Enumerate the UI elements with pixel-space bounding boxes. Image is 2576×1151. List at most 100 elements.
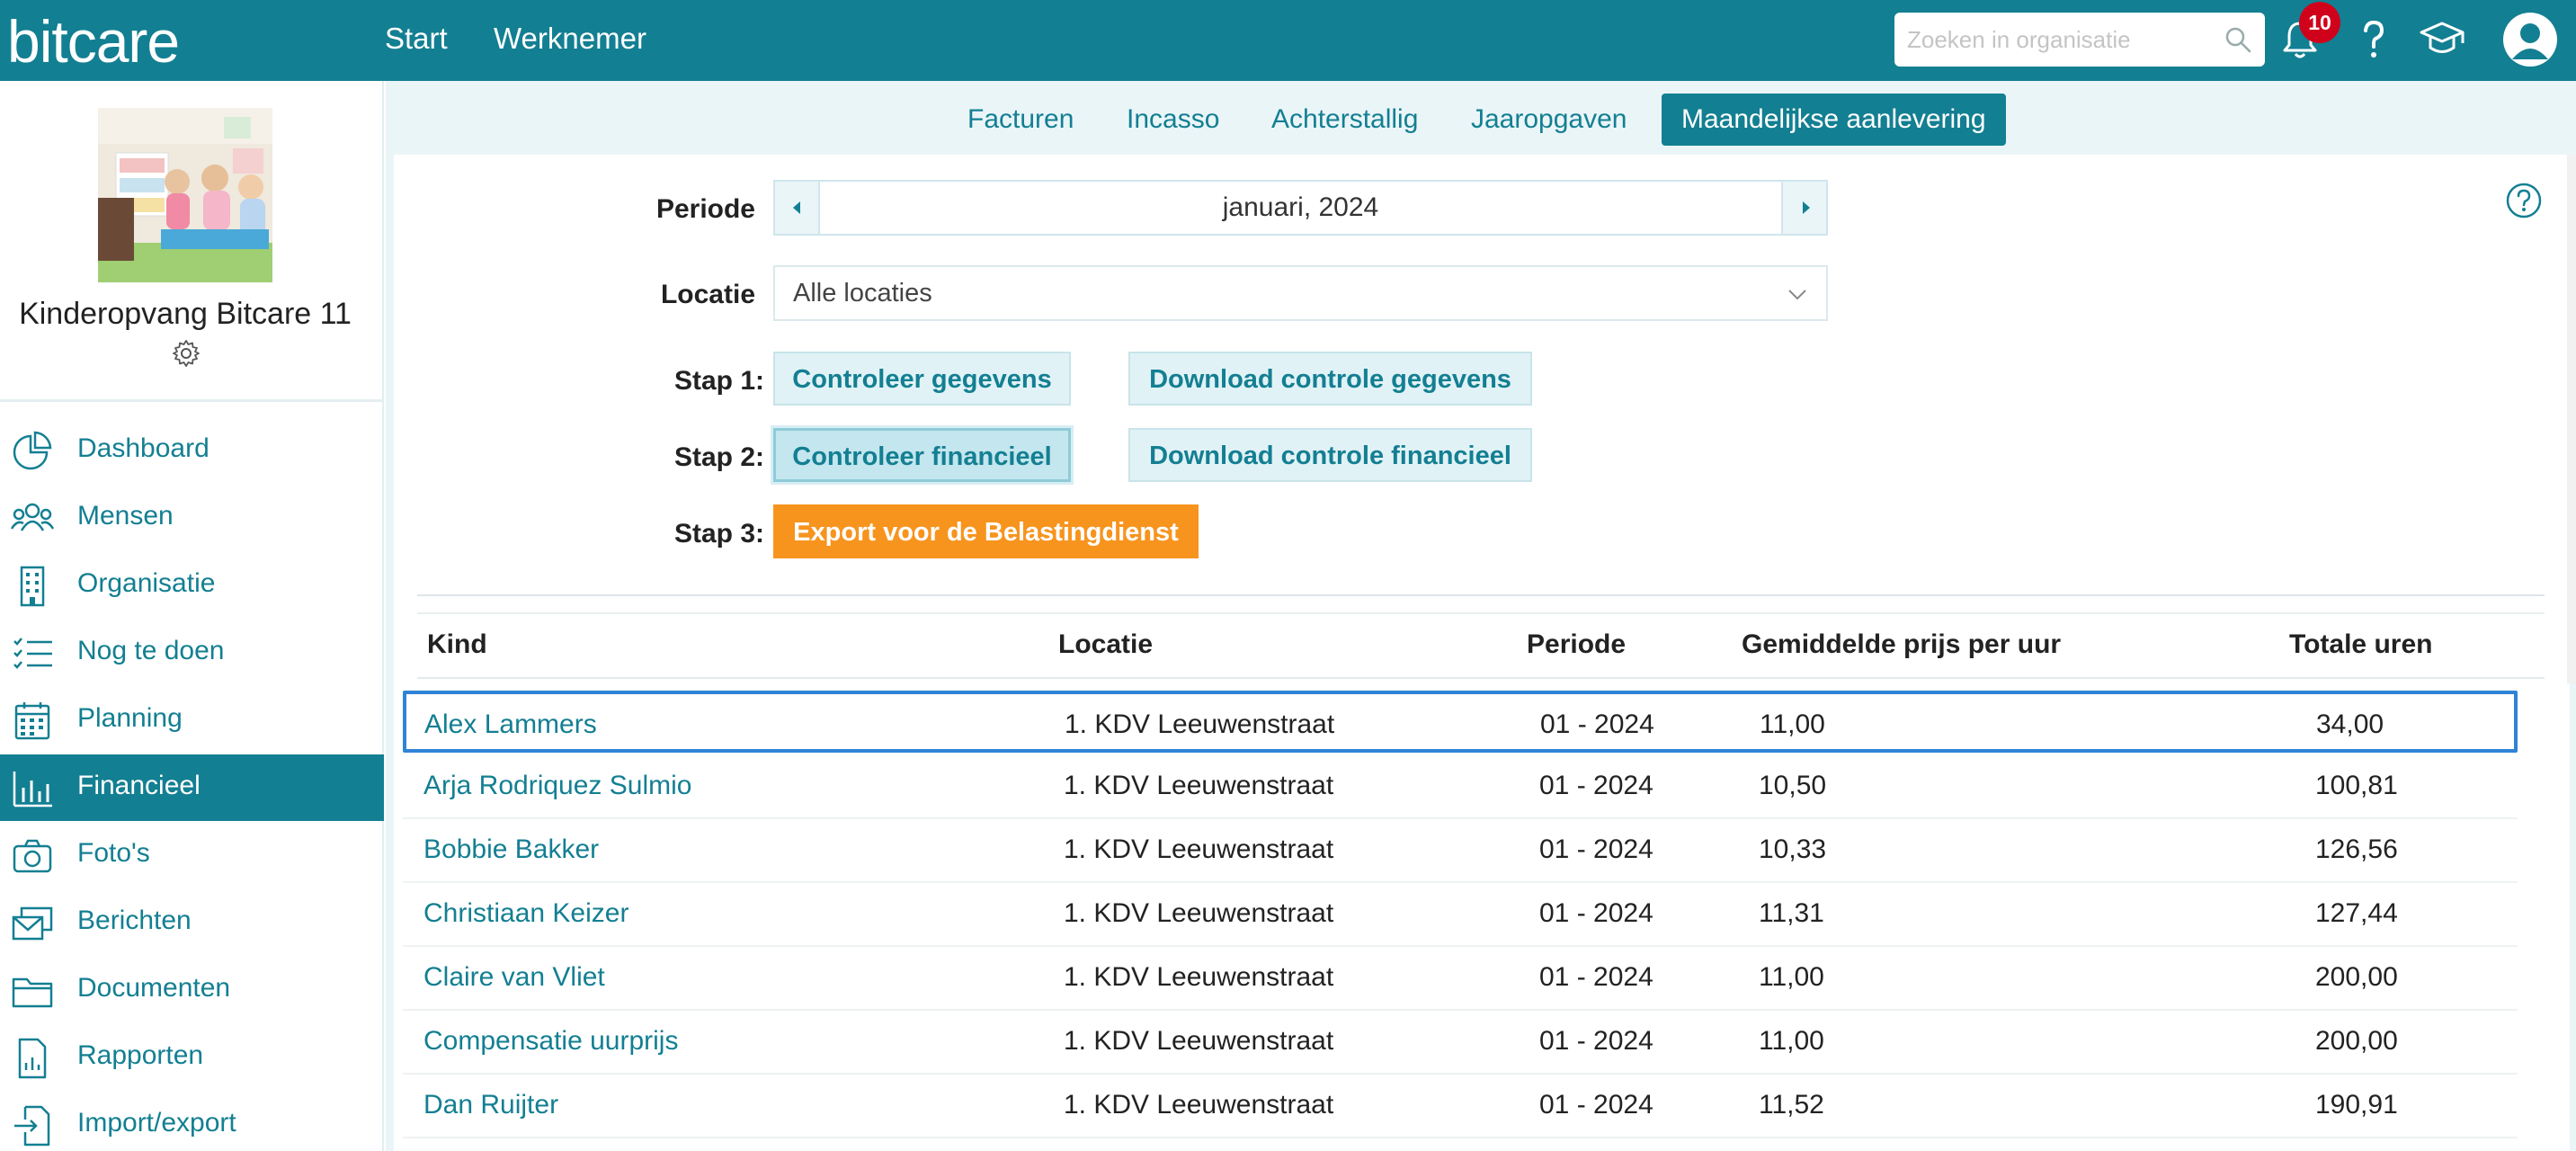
cell-prijs: 11,00 — [1759, 1026, 1824, 1056]
organisation-photo — [98, 108, 272, 282]
cell-kind[interactable]: Claire van Vliet — [423, 947, 605, 1008]
cell-uren: 127,44 — [2315, 898, 2398, 928]
cell-periode: 01 - 2024 — [1540, 709, 1654, 739]
table-row[interactable]: Compensatie uurprijs 1. KDV Leeuwenstraa… — [403, 1011, 2518, 1075]
cell-prijs: 11,00 — [1760, 709, 1825, 739]
cell-locatie: 1. KDV Leeuwenstraat — [1064, 962, 1334, 992]
calendar-icon — [14, 702, 50, 740]
cell-uren: 200,00 — [2315, 962, 2398, 992]
sidebar-item-label: Mensen — [77, 501, 174, 531]
next-period-button[interactable] — [1781, 182, 1826, 234]
nav-start[interactable]: Start — [385, 22, 448, 56]
search-icon[interactable] — [2224, 25, 2252, 54]
tab-maandelijkse-aanlevering[interactable]: Maandelijkse aanlevering — [1662, 94, 2006, 146]
scrollbar[interactable] — [2567, 155, 2576, 683]
messages-icon — [12, 906, 53, 941]
table-row[interactable]: Claire van Vliet 1. KDV Leeuwenstraat 01… — [403, 947, 2518, 1011]
periode-value[interactable]: januari, 2024 — [820, 182, 1781, 234]
sidebar-item-import-export[interactable]: Import/export — [0, 1092, 384, 1151]
top-bar: bitcare Start Werknemer 10 — [0, 0, 2576, 81]
pie-chart-icon — [13, 431, 52, 470]
gear-icon[interactable] — [171, 338, 201, 369]
notification-badge: 10 — [2299, 2, 2340, 43]
stap-2-label: Stap 2: — [673, 442, 764, 472]
table-row[interactable]: Christiaan Keizer 1. KDV Leeuwenstraat 0… — [403, 883, 2518, 947]
table-header-divider — [417, 677, 2545, 679]
sidebar-item-nog-te-doen[interactable]: Nog te doen — [0, 620, 384, 686]
cell-uren: 190,91 — [2315, 1090, 2398, 1120]
question-mark-icon[interactable] — [2349, 14, 2399, 65]
export-belastingdienst-button[interactable]: Export voor de Belastingdienst — [773, 504, 1199, 558]
search-box — [1894, 13, 2265, 67]
report-icon — [18, 1038, 47, 1079]
locatie-select[interactable]: Alle locaties — [773, 265, 1828, 321]
controleer-gegevens-button[interactable]: Controleer gegevens — [773, 352, 1071, 406]
sidebar-item-label: Dashboard — [77, 433, 209, 463]
tab-facturen[interactable]: Facturen — [948, 94, 1093, 146]
tab-achterstallig[interactable]: Achterstallig — [1252, 94, 1438, 146]
cell-kind[interactable]: Bobbie Bakker — [423, 819, 599, 880]
sidebar-item-label: Rapporten — [77, 1040, 204, 1070]
cell-locatie: 1. KDV Leeuwenstraat — [1064, 1026, 1334, 1056]
sidebar: Kinderopvang Bitcare 11 Dashboard Mensen — [0, 81, 384, 1151]
organisation-name: Kinderopvang Bitcare 11 — [19, 297, 352, 331]
caret-right-icon — [1803, 201, 1810, 214]
sidebar-item-rapporten[interactable]: Rapporten — [0, 1024, 384, 1091]
caret-left-icon — [793, 201, 800, 214]
search-input[interactable] — [1907, 13, 2213, 67]
periode-label: Periode — [655, 194, 755, 224]
table-row[interactable]: Alex Lammers 1. KDV Leeuwenstraat 01 - 2… — [403, 691, 2518, 753]
cell-periode: 01 - 2024 — [1539, 962, 1653, 992]
cell-kind[interactable]: Arja Rodriquez Sulmio — [423, 755, 691, 816]
locatie-label: Locatie — [660, 280, 755, 309]
sidebar-item-organisatie[interactable]: Organisatie — [0, 552, 384, 619]
cell-kind[interactable]: Alex Lammers — [424, 694, 597, 755]
bitcare-logo[interactable]: bitcare — [7, 7, 180, 76]
cell-locatie: 1. KDV Leeuwenstraat — [1064, 898, 1334, 928]
cell-periode: 01 - 2024 — [1539, 771, 1653, 800]
sidebar-item-fotos[interactable]: Foto's — [0, 822, 384, 888]
nav-werknemer[interactable]: Werknemer — [494, 22, 646, 56]
chevron-down-icon — [1788, 290, 1806, 300]
cell-kind[interactable]: Compensatie uurprijs — [423, 1011, 678, 1072]
cell-uren: 200,00 — [2315, 1026, 2398, 1056]
column-header-locatie[interactable]: Locatie — [1058, 629, 1153, 660]
sidebar-item-label: Financieel — [77, 771, 201, 800]
sidebar-item-label: Berichten — [77, 906, 192, 935]
sidebar-item-documenten[interactable]: Documenten — [0, 957, 384, 1023]
download-controle-gegevens-button[interactable]: Download controle gegevens — [1128, 352, 1532, 406]
tab-jaaropgaven[interactable]: Jaaropgaven — [1451, 94, 1646, 146]
sidebar-item-label: Import/export — [77, 1108, 236, 1138]
cell-kind[interactable]: Christiaan Keizer — [423, 883, 628, 944]
column-header-kind[interactable]: Kind — [427, 629, 487, 660]
cell-prijs: 10,50 — [1759, 771, 1827, 800]
previous-period-button[interactable] — [775, 182, 820, 234]
cell-prijs: 10,33 — [1759, 834, 1827, 864]
cell-periode: 01 - 2024 — [1539, 834, 1653, 864]
download-controle-financieel-button[interactable]: Download controle financieel — [1128, 428, 1532, 482]
user-avatar-icon[interactable] — [2501, 11, 2559, 68]
sidebar-item-label: Documenten — [77, 973, 231, 1003]
checklist-icon — [13, 638, 52, 669]
sidebar-item-label: Planning — [77, 703, 183, 733]
help-circle-icon[interactable] — [2505, 182, 2543, 219]
divider — [417, 594, 2545, 596]
cell-locatie: 1. KDV Leeuwenstraat — [1065, 709, 1335, 739]
cell-kind[interactable]: Dan Ruijter — [423, 1075, 558, 1136]
column-header-periode[interactable]: Periode — [1527, 629, 1626, 660]
column-header-prijs-per-uur[interactable]: Gemiddelde prijs per uur — [1742, 629, 2061, 660]
sidebar-item-dashboard[interactable]: Dashboard — [0, 417, 384, 484]
table-row[interactable]: Arja Rodriquez Sulmio 1. KDV Leeuwenstra… — [403, 755, 2518, 819]
sidebar-item-mensen[interactable]: Mensen — [0, 485, 384, 551]
camera-icon — [13, 839, 52, 873]
table-row[interactable]: Bobbie Bakker 1. KDV Leeuwenstraat 01 - … — [403, 819, 2518, 883]
tab-incasso[interactable]: Incasso — [1107, 94, 1239, 146]
sidebar-item-financieel[interactable]: Financieel — [0, 754, 384, 821]
sidebar-item-planning[interactable]: Planning — [0, 687, 384, 754]
controleer-financieel-button[interactable]: Controleer financieel — [773, 428, 1071, 482]
sidebar-item-berichten[interactable]: Berichten — [0, 889, 384, 956]
table-row[interactable]: Dan Ruijter 1. KDV Leeuwenstraat 01 - 20… — [403, 1075, 2518, 1138]
column-header-totale-uren[interactable]: Totale uren — [2289, 629, 2432, 660]
locatie-selected-value: Alle locaties — [793, 279, 932, 308]
graduation-cap-icon[interactable] — [2417, 14, 2467, 65]
